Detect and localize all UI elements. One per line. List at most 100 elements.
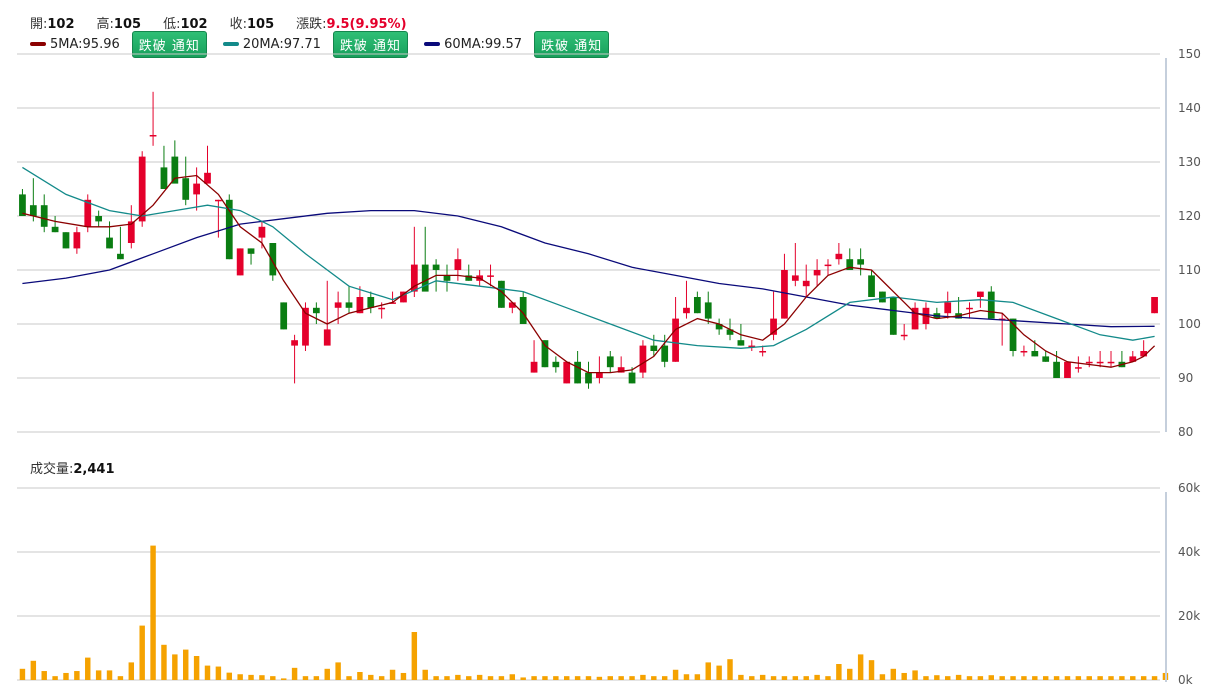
volume-bar [248, 674, 254, 680]
price-tick-label: 90 [1178, 371, 1193, 385]
volume-bar [814, 674, 820, 680]
candle-up [813, 270, 821, 276]
volume-bar [63, 672, 69, 680]
candle-down [117, 253, 124, 260]
volume-bar [259, 675, 265, 680]
volume-bar [85, 657, 91, 680]
candle-down [628, 372, 636, 384]
volume-bar [291, 667, 298, 680]
candle-up [563, 361, 571, 384]
volume-bar [487, 676, 494, 680]
volume-bar [672, 669, 679, 680]
volume-bar [172, 654, 178, 680]
volume-bar [400, 672, 407, 680]
volume-bar [629, 676, 635, 680]
price-tick-label: 140 [1178, 101, 1201, 115]
ma20-line [22, 166, 1155, 349]
candle-up [138, 156, 146, 222]
candle-up [323, 329, 331, 346]
ma60-line [22, 209, 1155, 328]
candle-up [530, 361, 538, 373]
candle-up [378, 307, 386, 310]
volume-bar [1032, 676, 1038, 680]
candle-up [1085, 361, 1093, 364]
candle-down [650, 345, 658, 351]
volume-bar [357, 672, 363, 680]
price-tick-label: 110 [1178, 263, 1201, 277]
candle-down [171, 156, 179, 184]
volume-bar [139, 625, 145, 680]
volume-bar [738, 674, 744, 680]
candle-down [704, 302, 712, 319]
volume-bar [1108, 676, 1114, 680]
candle-down [1031, 351, 1039, 357]
volume-bar [596, 676, 603, 680]
candle-up [193, 183, 200, 195]
volume-bar [716, 665, 722, 680]
volume-bar [368, 674, 374, 680]
volume-bar [280, 678, 287, 680]
candle-down [737, 340, 745, 346]
volume-bar [934, 675, 940, 680]
candle-up [1107, 361, 1115, 364]
volume-bar [1064, 676, 1071, 680]
candle-down [574, 361, 581, 384]
price-volume-chart[interactable]: 150 140 130 120 110 100 90 80 60k 40k 20k 0k [0, 0, 1212, 693]
volume-bar [890, 668, 897, 680]
candle-up [1064, 361, 1071, 378]
candle-up [1074, 367, 1082, 369]
volume-bar [1075, 676, 1082, 680]
volume-bar [803, 676, 809, 680]
volume-bar [1151, 676, 1158, 680]
volume-bar [966, 676, 973, 680]
volume-bar [509, 674, 516, 680]
volume-bar [879, 674, 886, 680]
volume-bar [640, 674, 646, 680]
candle-up [215, 199, 222, 202]
volume-bar [988, 675, 994, 680]
candle-up [791, 275, 799, 281]
volume-bar [422, 669, 428, 680]
volume-bar [999, 676, 1005, 680]
candle-up [944, 302, 952, 314]
volume-bar [912, 670, 918, 680]
candle-down [40, 205, 48, 227]
volume-bar [683, 674, 690, 680]
candle-up [236, 248, 244, 276]
volume-bar [476, 674, 483, 680]
candle-up [1096, 361, 1104, 364]
candle-up [835, 253, 843, 260]
volume-bar [1010, 676, 1016, 680]
volume-bar [95, 670, 102, 680]
volume-bar [389, 669, 396, 680]
candle-up [1020, 351, 1028, 353]
candle-down [889, 297, 897, 335]
volume-bar [585, 676, 592, 680]
volume-tick-label: 20k [1178, 609, 1200, 623]
volume-bar [945, 676, 951, 680]
volume-bar [618, 676, 624, 680]
candle-down [95, 216, 103, 222]
candle-up [824, 264, 832, 267]
volume-tick-label: 0k [1178, 673, 1193, 687]
candle-up [1151, 297, 1158, 314]
candle-down [661, 345, 669, 362]
volume-bar [117, 676, 124, 680]
candle-up [291, 340, 298, 346]
volume-bar [542, 676, 548, 680]
candle-down [1042, 356, 1050, 362]
candle-down [106, 237, 113, 249]
volume-bar [607, 676, 613, 680]
price-tick-label: 100 [1178, 317, 1201, 331]
candle-up [802, 280, 810, 287]
volume-bar [237, 674, 243, 680]
volume-bar [1097, 676, 1103, 680]
volume-bar [836, 664, 842, 680]
candle-down [585, 372, 592, 384]
price-tick-label: 150 [1178, 47, 1201, 61]
volume-bar [106, 670, 113, 680]
volume-bar [553, 676, 559, 680]
candle-down [987, 291, 995, 319]
volume-bar [1053, 676, 1060, 680]
candle-up [73, 232, 81, 249]
